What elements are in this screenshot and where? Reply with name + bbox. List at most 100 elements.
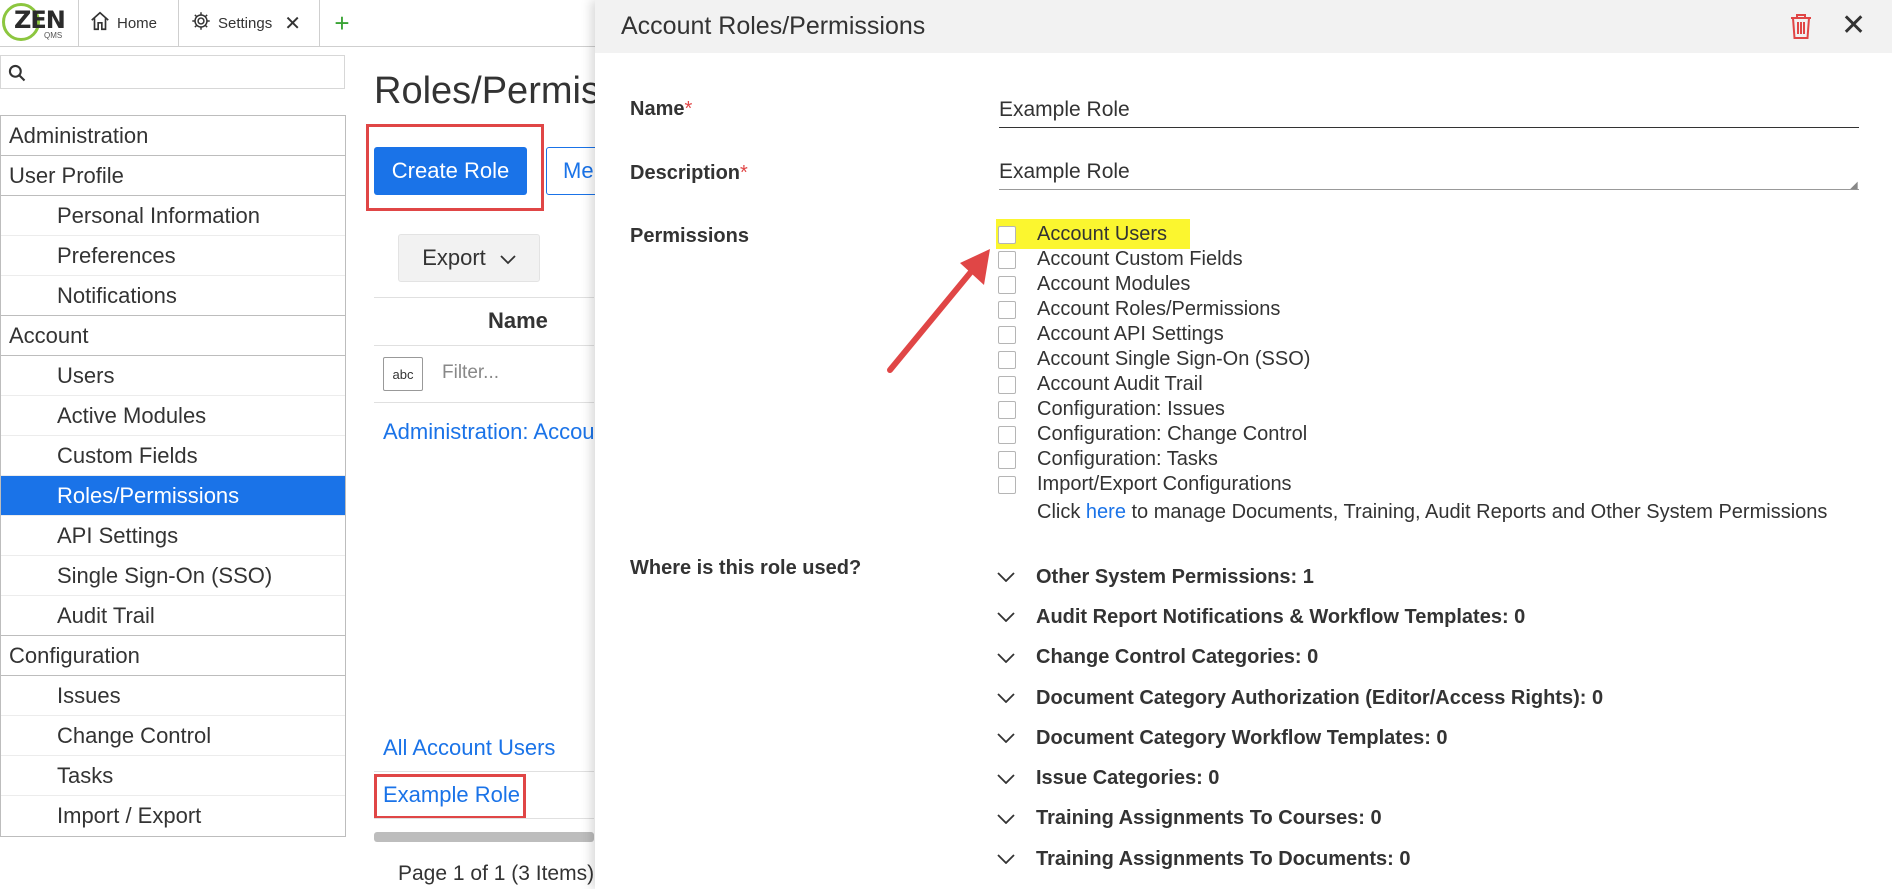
where-item-label: Training Assignments To Courses: 0 bbox=[1036, 807, 1382, 830]
required-marker: * bbox=[740, 162, 748, 184]
add-tab-button[interactable]: + bbox=[322, 0, 362, 46]
where-item-label: Other System Permissions: 1 bbox=[1036, 565, 1314, 588]
name-field[interactable]: Example Role bbox=[999, 98, 1859, 128]
sidebar-item-audit-trail[interactable]: Audit Trail bbox=[1, 596, 345, 636]
permission-account-users[interactable]: Account Users bbox=[998, 222, 1310, 247]
top-bar: ZEN QMS Home Settings ✕ + bbox=[0, 0, 600, 47]
where-item-label: Document Category Workflow Templates: 0 bbox=[1036, 726, 1448, 749]
where-used-label: Where is this role used? bbox=[630, 557, 862, 579]
checkbox[interactable] bbox=[998, 425, 1016, 444]
permission-account-roles[interactable]: Account Roles/Permissions bbox=[998, 297, 1310, 322]
tab-home[interactable]: Home bbox=[79, 0, 179, 46]
sidebar-item-import-export[interactable]: Import / Export bbox=[1, 796, 345, 836]
permissions-list: Account Users Account Custom Fields Acco… bbox=[998, 222, 1310, 497]
permission-label: Configuration: Issues bbox=[1037, 398, 1225, 420]
where-item-change-control[interactable]: Change Control Categories: 0 bbox=[997, 638, 1603, 678]
permission-config-issues[interactable]: Configuration: Issues bbox=[998, 397, 1310, 422]
where-item-document-workflow[interactable]: Document Category Workflow Templates: 0 bbox=[997, 718, 1603, 758]
permission-account-modules[interactable]: Account Modules bbox=[998, 272, 1310, 297]
where-item-other-system-permissions[interactable]: Other System Permissions: 1 bbox=[997, 557, 1603, 597]
logo-subtext: QMS bbox=[44, 31, 63, 40]
description-label: Description* bbox=[630, 162, 748, 185]
sidebar-item-change-control[interactable]: Change Control bbox=[1, 716, 345, 756]
sidebar-item-roles-permissions[interactable]: Roles/Permissions bbox=[1, 476, 345, 516]
grid-header-name[interactable]: Name bbox=[488, 308, 548, 334]
checkbox[interactable] bbox=[998, 475, 1016, 494]
sidebar-item-tasks[interactable]: Tasks bbox=[1, 756, 345, 796]
annotation-box-example-role bbox=[374, 774, 526, 819]
checkbox[interactable] bbox=[998, 350, 1016, 369]
where-item-training-courses[interactable]: Training Assignments To Courses: 0 bbox=[997, 799, 1603, 839]
where-item-label: Issue Categories: 0 bbox=[1036, 767, 1220, 790]
sidebar-item-personal-information[interactable]: Personal Information bbox=[1, 196, 345, 236]
permission-config-tasks[interactable]: Configuration: Tasks bbox=[998, 447, 1310, 472]
sidebar-section-configuration[interactable]: Configuration bbox=[1, 636, 345, 676]
where-item-training-documents[interactable]: Training Assignments To Documents: 0 bbox=[997, 839, 1603, 879]
checkbox[interactable] bbox=[998, 250, 1016, 269]
trash-icon[interactable] bbox=[1789, 12, 1813, 45]
permission-import-export[interactable]: Import/Export Configurations bbox=[998, 472, 1310, 497]
annotation-arrow-icon bbox=[887, 249, 990, 373]
chevron-down-icon bbox=[997, 572, 1017, 583]
resize-handle-icon[interactable]: ◢ bbox=[1850, 180, 1858, 191]
app-logo[interactable]: ZEN QMS bbox=[0, 0, 79, 46]
checkbox[interactable] bbox=[998, 375, 1016, 394]
where-item-issue-categories[interactable]: Issue Categories: 0 bbox=[997, 758, 1603, 798]
filter-type-icon[interactable]: abc bbox=[383, 357, 423, 391]
horizontal-scrollbar[interactable] bbox=[374, 832, 594, 842]
permission-account-audit-trail[interactable]: Account Audit Trail bbox=[998, 372, 1310, 397]
sidebar-item-administration[interactable]: Administration bbox=[1, 116, 345, 156]
where-item-label: Training Assignments To Documents: 0 bbox=[1036, 847, 1411, 870]
logo-text: ZEN bbox=[14, 6, 66, 34]
sidebar-item-notifications[interactable]: Notifications bbox=[1, 276, 345, 316]
role-link-all-account-users[interactable]: All Account Users bbox=[383, 735, 555, 761]
chevron-down-icon bbox=[500, 245, 516, 271]
permission-label: Import/Export Configurations bbox=[1037, 473, 1292, 495]
note-suffix: to manage Documents, Training, Audit Rep… bbox=[1131, 501, 1828, 523]
sidebar-item-active-modules[interactable]: Active Modules bbox=[1, 396, 345, 436]
close-tab-icon[interactable]: ✕ bbox=[284, 11, 301, 36]
tab-home-label: Home bbox=[117, 14, 158, 32]
here-link[interactable]: here bbox=[1086, 501, 1126, 523]
sidebar-section-account[interactable]: Account bbox=[1, 316, 345, 356]
filter-input[interactable]: Filter... bbox=[442, 362, 499, 384]
sidebar-item-users[interactable]: Users bbox=[1, 356, 345, 396]
permission-label: Account Users bbox=[1037, 223, 1168, 245]
tab-settings[interactable]: Settings ✕ bbox=[180, 0, 320, 46]
sidebar-item-preferences[interactable]: Preferences bbox=[1, 236, 345, 276]
checkbox[interactable] bbox=[998, 325, 1016, 344]
sidebar-item-issues[interactable]: Issues bbox=[1, 676, 345, 716]
sidebar-item-sso[interactable]: Single Sign-On (SSO) bbox=[1, 556, 345, 596]
checkbox[interactable] bbox=[998, 450, 1016, 469]
checkbox[interactable] bbox=[998, 275, 1016, 294]
description-field[interactable]: Example Role bbox=[999, 160, 1859, 190]
permission-label: Account Custom Fields bbox=[1037, 248, 1243, 270]
sidebar-search-input[interactable] bbox=[0, 55, 345, 89]
permission-label: Configuration: Change Control bbox=[1037, 423, 1308, 445]
permission-account-api-settings[interactable]: Account API Settings bbox=[998, 322, 1310, 347]
permission-account-sso[interactable]: Account Single Sign-On (SSO) bbox=[998, 347, 1310, 372]
sidebar-item-custom-fields[interactable]: Custom Fields bbox=[1, 436, 345, 476]
where-item-audit-report[interactable]: Audit Report Notifications & Workflow Te… bbox=[997, 597, 1603, 637]
close-icon[interactable]: ✕ bbox=[1841, 8, 1866, 43]
checkbox[interactable] bbox=[998, 225, 1016, 244]
export-button[interactable]: Export bbox=[398, 234, 540, 282]
grid-header bbox=[374, 297, 594, 346]
where-item-label: Audit Report Notifications & Workflow Te… bbox=[1036, 605, 1526, 628]
role-link-administration[interactable]: Administration: Accou bbox=[383, 419, 595, 445]
search-icon bbox=[7, 63, 27, 88]
permissions-label: Permissions bbox=[630, 225, 749, 247]
checkbox[interactable] bbox=[998, 400, 1016, 419]
chevron-down-icon bbox=[997, 773, 1017, 784]
chevron-down-icon bbox=[997, 854, 1017, 865]
name-label: Name* bbox=[630, 98, 692, 121]
where-item-document-authorization[interactable]: Document Category Authorization (Editor/… bbox=[997, 678, 1603, 718]
permission-account-custom-fields[interactable]: Account Custom Fields bbox=[998, 247, 1310, 272]
permission-config-change-control[interactable]: Configuration: Change Control bbox=[998, 422, 1310, 447]
page-title: Roles/Permiss bbox=[374, 70, 619, 112]
sidebar-item-api-settings[interactable]: API Settings bbox=[1, 516, 345, 556]
required-marker: * bbox=[684, 98, 693, 120]
sidebar-section-user-profile[interactable]: User Profile bbox=[1, 156, 345, 196]
permission-label: Account Modules bbox=[1037, 273, 1191, 295]
checkbox[interactable] bbox=[998, 300, 1016, 319]
